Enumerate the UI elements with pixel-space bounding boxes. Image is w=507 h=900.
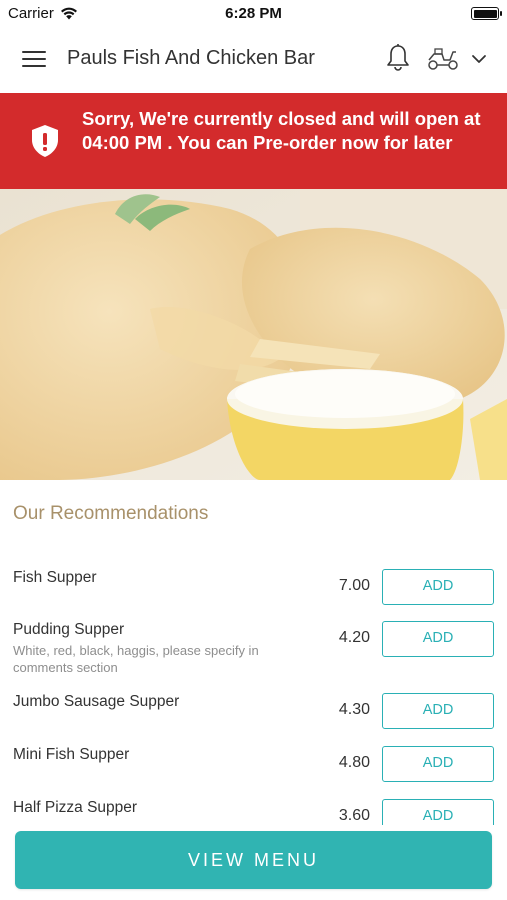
item-price: 4.20 bbox=[338, 629, 370, 646]
add-button[interactable]: ADD bbox=[382, 746, 494, 782]
add-button[interactable]: ADD bbox=[382, 799, 494, 825]
fish-and-chips-photo bbox=[0, 189, 507, 480]
status-bar: Carrier 6:28 PM bbox=[0, 0, 507, 28]
bell-icon[interactable] bbox=[384, 43, 412, 73]
shield-alert-icon bbox=[32, 125, 58, 157]
closed-message: Sorry, We're currently closed and will o… bbox=[82, 108, 481, 153]
item-price: 7.00 bbox=[338, 577, 370, 594]
item-price: 3.60 bbox=[338, 807, 370, 824]
hamburger-menu-icon[interactable] bbox=[22, 51, 46, 69]
item-price: 4.30 bbox=[338, 701, 370, 718]
item-price: 4.80 bbox=[338, 754, 370, 771]
battery-icon bbox=[471, 7, 502, 20]
item-description: White, red, black, haggis, please specif… bbox=[13, 643, 259, 675]
item-name: Jumbo Sausage Supper bbox=[13, 693, 180, 710]
closed-banner: Sorry, We're currently closed and will o… bbox=[0, 93, 507, 189]
chevron-down-icon[interactable] bbox=[470, 50, 488, 68]
list-item: Half Pizza Supper 3.60 ADD bbox=[0, 799, 507, 825]
item-name: Half Pizza Supper bbox=[13, 799, 138, 816]
item-name: Pudding Supper bbox=[13, 621, 125, 638]
hero-image bbox=[0, 189, 507, 480]
recommendations-title: Our Recommendations bbox=[13, 503, 209, 524]
item-name: Fish Supper bbox=[13, 569, 97, 586]
restaurant-title: Pauls Fish And Chicken Bar bbox=[67, 47, 315, 69]
scooter-icon[interactable] bbox=[426, 46, 460, 72]
add-button[interactable]: ADD bbox=[382, 569, 494, 605]
app-header: Pauls Fish And Chicken Bar bbox=[0, 28, 507, 92]
view-menu-button[interactable]: VIEW MENU bbox=[15, 831, 492, 889]
item-name: Mini Fish Supper bbox=[13, 746, 130, 763]
add-button[interactable]: ADD bbox=[382, 621, 494, 657]
status-time: 6:28 PM bbox=[225, 5, 282, 22]
add-button[interactable]: ADD bbox=[382, 693, 494, 729]
